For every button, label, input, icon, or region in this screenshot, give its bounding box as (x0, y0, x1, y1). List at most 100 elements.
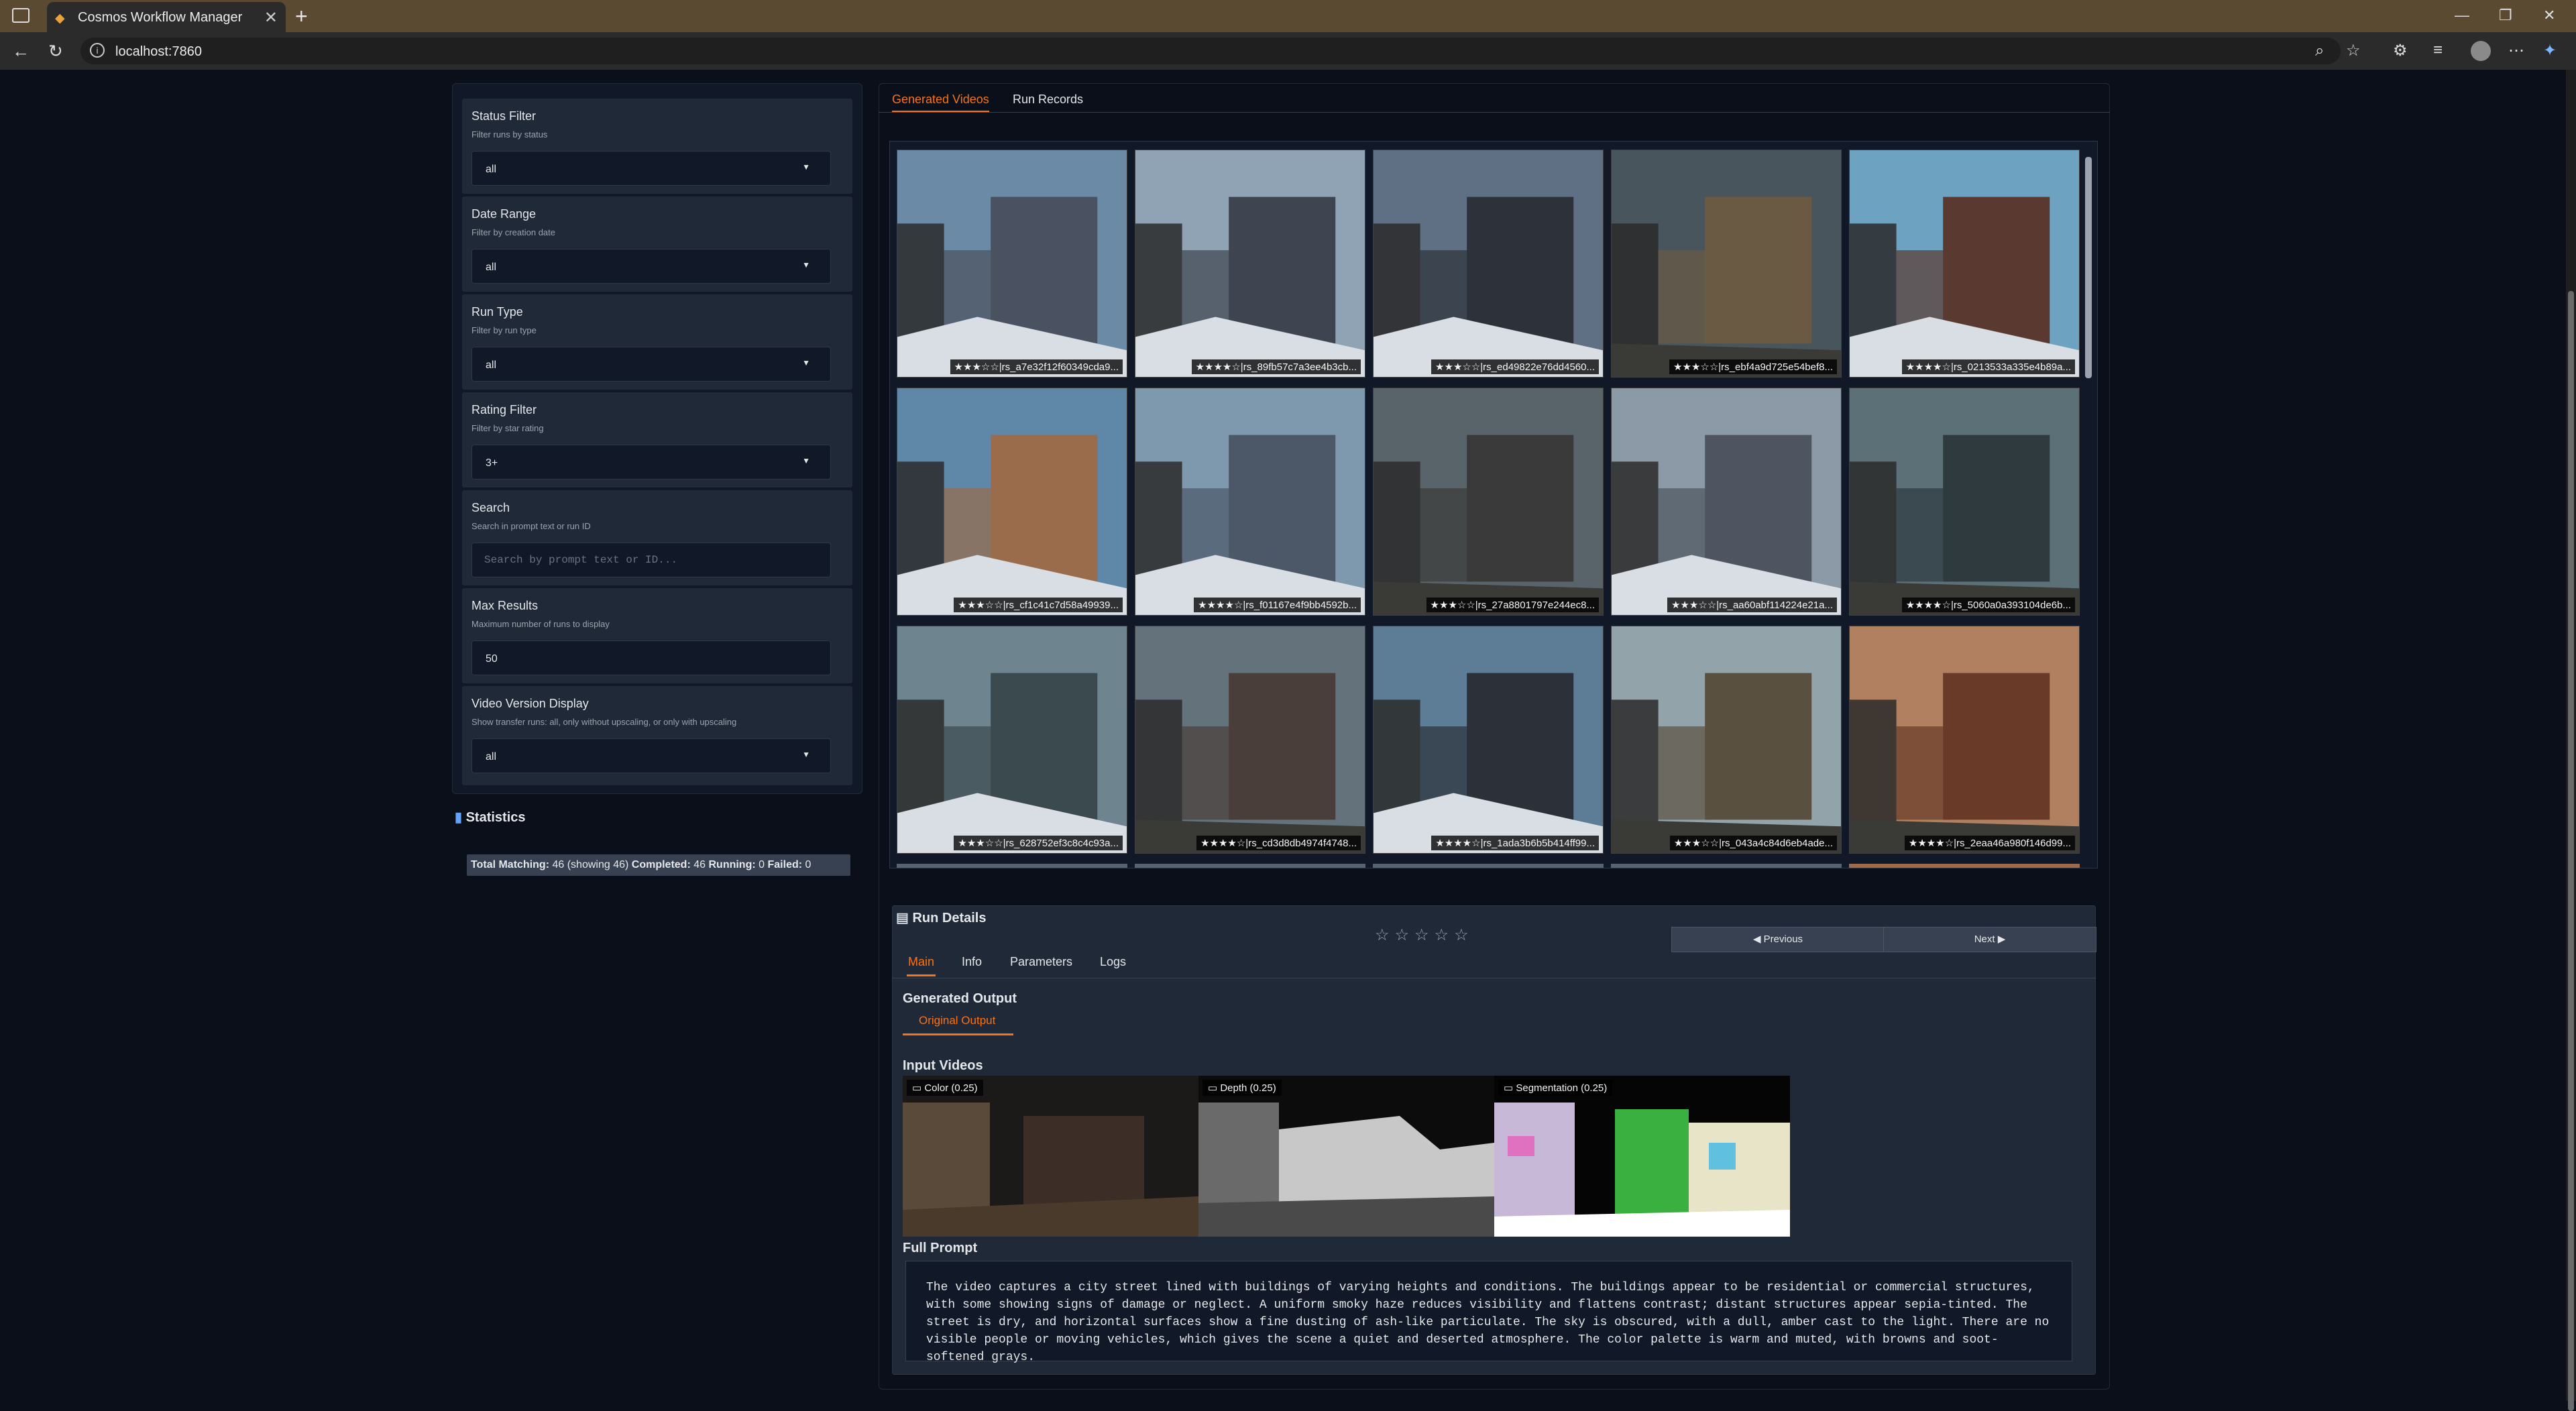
video-thumbnail[interactable]: ★★★★☆|rs_2eaa46a980f146d99... (1849, 626, 2080, 854)
video-thumbnail[interactable]: ★★★☆☆|rs_ed49822e76dd4560... (1373, 150, 1604, 378)
date-range-dropdown[interactable]: all ▼ (471, 249, 831, 284)
filter-label: Rating Filter (471, 403, 537, 416)
browser-chrome: ◆ Cosmos Workflow Manager ✕ + — ❐ ✕ ← ↻ … (0, 0, 2576, 70)
full-prompt-text: The video captures a city street lined w… (905, 1261, 2072, 1364)
status-filter-dropdown[interactable]: all ▼ (471, 151, 831, 186)
video-thumbnail[interactable]: ★★★☆☆|rs_a7e32f12f60349cda9... (897, 150, 1127, 378)
tab-main[interactable]: Main (907, 955, 936, 976)
dropdown-value: all (486, 751, 497, 763)
thumbnail-caption: ★★★★☆|rs_0213533a335e4b89a... (1901, 359, 2075, 374)
failed-label: Failed: (767, 859, 803, 870)
minimize-icon[interactable]: — (2455, 7, 2469, 24)
tab-divider (879, 112, 2110, 113)
thumbnail-caption: ★★★☆☆|rs_ebf4a9d725e54bef8... (1669, 359, 1837, 374)
filter-label: Video Version Display (471, 697, 589, 710)
tab-title: Cosmos Workflow Manager (78, 10, 243, 25)
thumbnail-caption: ★★★★☆|rs_f01167e4f9bb4592b... (1194, 598, 1361, 612)
run-type-dropdown[interactable]: all ▼ (471, 347, 831, 382)
video-thumbnail-partial[interactable] (1135, 864, 1365, 868)
video-thumbnail[interactable]: ★★★☆☆|rs_ebf4a9d725e54bef8... (1611, 150, 1842, 378)
full-prompt-label: Full Prompt (903, 1241, 978, 1255)
copilot-icon[interactable]: ✦ (2543, 41, 2557, 60)
video-label: ▭ Segmentation (0.25) (1498, 1080, 1613, 1096)
page-scrollbar[interactable] (2566, 70, 2576, 1411)
restore-icon[interactable]: ❐ (2499, 7, 2512, 24)
video-thumbnail-partial[interactable] (1611, 864, 1842, 868)
next-button[interactable]: Next ▶ (1883, 927, 2096, 952)
video-camera-icon: ▭ (1208, 1082, 1221, 1094)
search-input[interactable] (472, 543, 830, 577)
dropdown-arrow-icon: ▼ (802, 162, 810, 172)
page-scrollbar-thumb[interactable] (2568, 291, 2574, 1411)
rating-filter-dropdown[interactable]: 3+ ▼ (471, 445, 831, 479)
new-tab-icon[interactable]: + (295, 4, 308, 29)
statistics-bar: Total Matching: 46 (showing 46) Complete… (467, 854, 850, 876)
generated-output-heading: Generated Output (903, 991, 1017, 1006)
more-icon[interactable]: ⋯ (2508, 41, 2524, 60)
tab-original-output[interactable]: Original Output (903, 1013, 1013, 1035)
max-results-input[interactable]: 50 (471, 640, 831, 675)
sidebar-toggle-icon[interactable] (12, 8, 30, 23)
video-thumbnail[interactable]: ★★★★☆|rs_1ada3b6b5b414ff99... (1373, 626, 1604, 854)
video-thumbnail[interactable]: ★★★☆☆|rs_043a4c84d6eb4ade... (1611, 626, 1842, 854)
previous-button[interactable]: ◀ Previous (1671, 927, 1885, 952)
input-video-seg[interactable]: ▭ Segmentation (0.25) (1494, 1076, 1790, 1237)
close-tab-icon[interactable]: ✕ (264, 8, 278, 27)
extensions-icon[interactable]: ⚙ (2393, 41, 2408, 60)
video-thumbnail[interactable]: ★★★☆☆|rs_27a8801797e244ec8... (1373, 388, 1604, 616)
tab-generated-videos[interactable]: Generated Videos (892, 93, 989, 113)
clipboard-icon: ▤ (896, 911, 909, 925)
thumbnail-caption: ★★★★☆|rs_5060a0a393104de6b... (1901, 598, 2075, 612)
thumbnail-caption: ★★★☆☆|rs_27a8801797e244ec8... (1426, 598, 1599, 612)
video-thumbnail[interactable]: ★★★★☆|rs_0213533a335e4b89a... (1849, 150, 2080, 378)
video-label-text: Color (0.25) (924, 1082, 978, 1094)
input-videos-heading: Input Videos (903, 1058, 983, 1073)
run-details-title: Run Details (912, 911, 987, 925)
video-thumbnail-partial[interactable] (897, 864, 1127, 868)
thumbnail-caption: ★★★☆☆|rs_628752ef3c8c4c93a... (954, 836, 1123, 850)
video-thumbnail-partial[interactable] (1373, 864, 1604, 868)
filter-info: Filter by creation date (471, 227, 556, 237)
video-label-text: Segmentation (0.25) (1516, 1082, 1608, 1094)
filter-label: Status Filter (471, 109, 537, 123)
favorite-star-icon[interactable]: ☆ (2346, 41, 2361, 60)
video-label: ▭ Depth (0.25) (1202, 1080, 1282, 1096)
video-thumbnail[interactable]: ★★★★☆|rs_cd3d8db4974f4748... (1135, 626, 1365, 854)
profile-avatar[interactable] (2471, 41, 2491, 61)
input-video-color[interactable]: ▭ Color (0.25) (903, 1076, 1198, 1237)
video-thumbnail[interactable]: ★★★☆☆|rs_628752ef3c8c4c93a... (897, 626, 1127, 854)
tab-info[interactable]: Info (962, 955, 982, 969)
favicon-icon: ◆ (55, 11, 65, 25)
video-thumbnail[interactable]: ★★★☆☆|rs_aa60abf114224e21a... (1611, 388, 1842, 616)
status-filter-group: Status Filter Filter runs by status all ▼ (462, 99, 852, 194)
address-bar[interactable]: i localhost:7860 ⌕ ☆ (80, 38, 2361, 64)
video-thumbnail[interactable]: ★★★★☆|rs_5060a0a393104de6b... (1849, 388, 2080, 616)
gallery-scrollbar-thumb[interactable] (2085, 157, 2092, 378)
input-video-depth[interactable]: ▭ Depth (0.25) (1198, 1076, 1494, 1237)
video-thumbnail-partial[interactable] (1849, 864, 2080, 868)
reload-icon[interactable]: ↻ (48, 41, 63, 62)
rating-stars[interactable]: ☆☆☆☆☆ (1375, 925, 1474, 945)
back-icon[interactable]: ← (12, 41, 30, 62)
favorites-icon[interactable]: ≡ (2433, 41, 2443, 60)
tab-run-records[interactable]: Run Records (1013, 93, 1083, 107)
tab-parameters[interactable]: Parameters (1010, 955, 1072, 969)
completed-value: 46 (693, 859, 706, 870)
running-value: 0 (759, 859, 765, 870)
site-info-icon[interactable]: i (90, 43, 105, 58)
video-version-dropdown[interactable]: all ▼ (471, 738, 831, 773)
video-thumbnail[interactable]: ★★★★☆|rs_89fb57c7a3ee4b3cb... (1135, 150, 1365, 378)
video-thumbnail[interactable]: ★★★☆☆|rs_cf1c41c7d58a49939... (897, 388, 1127, 616)
filter-label: Date Range (471, 207, 537, 221)
gallery-scrollbar[interactable] (2083, 142, 2094, 866)
max-results-group: Max Results Maximum number of runs to di… (462, 588, 852, 683)
close-window-icon[interactable]: ✕ (2543, 7, 2555, 24)
thumbnail-caption: ★★★☆☆|rs_aa60abf114224e21a... (1667, 598, 1837, 612)
browser-tab[interactable]: ◆ Cosmos Workflow Manager ✕ (47, 2, 286, 32)
chart-icon: ▮ (455, 810, 463, 825)
video-thumbnail[interactable]: ★★★★☆|rs_f01167e4f9bb4592b... (1135, 388, 1365, 616)
tab-logs[interactable]: Logs (1100, 955, 1126, 969)
thumbnail-caption: ★★★☆☆|rs_cf1c41c7d58a49939... (954, 598, 1123, 612)
zoom-icon[interactable]: ⌕ (2315, 42, 2324, 60)
dropdown-value: all (486, 359, 497, 371)
